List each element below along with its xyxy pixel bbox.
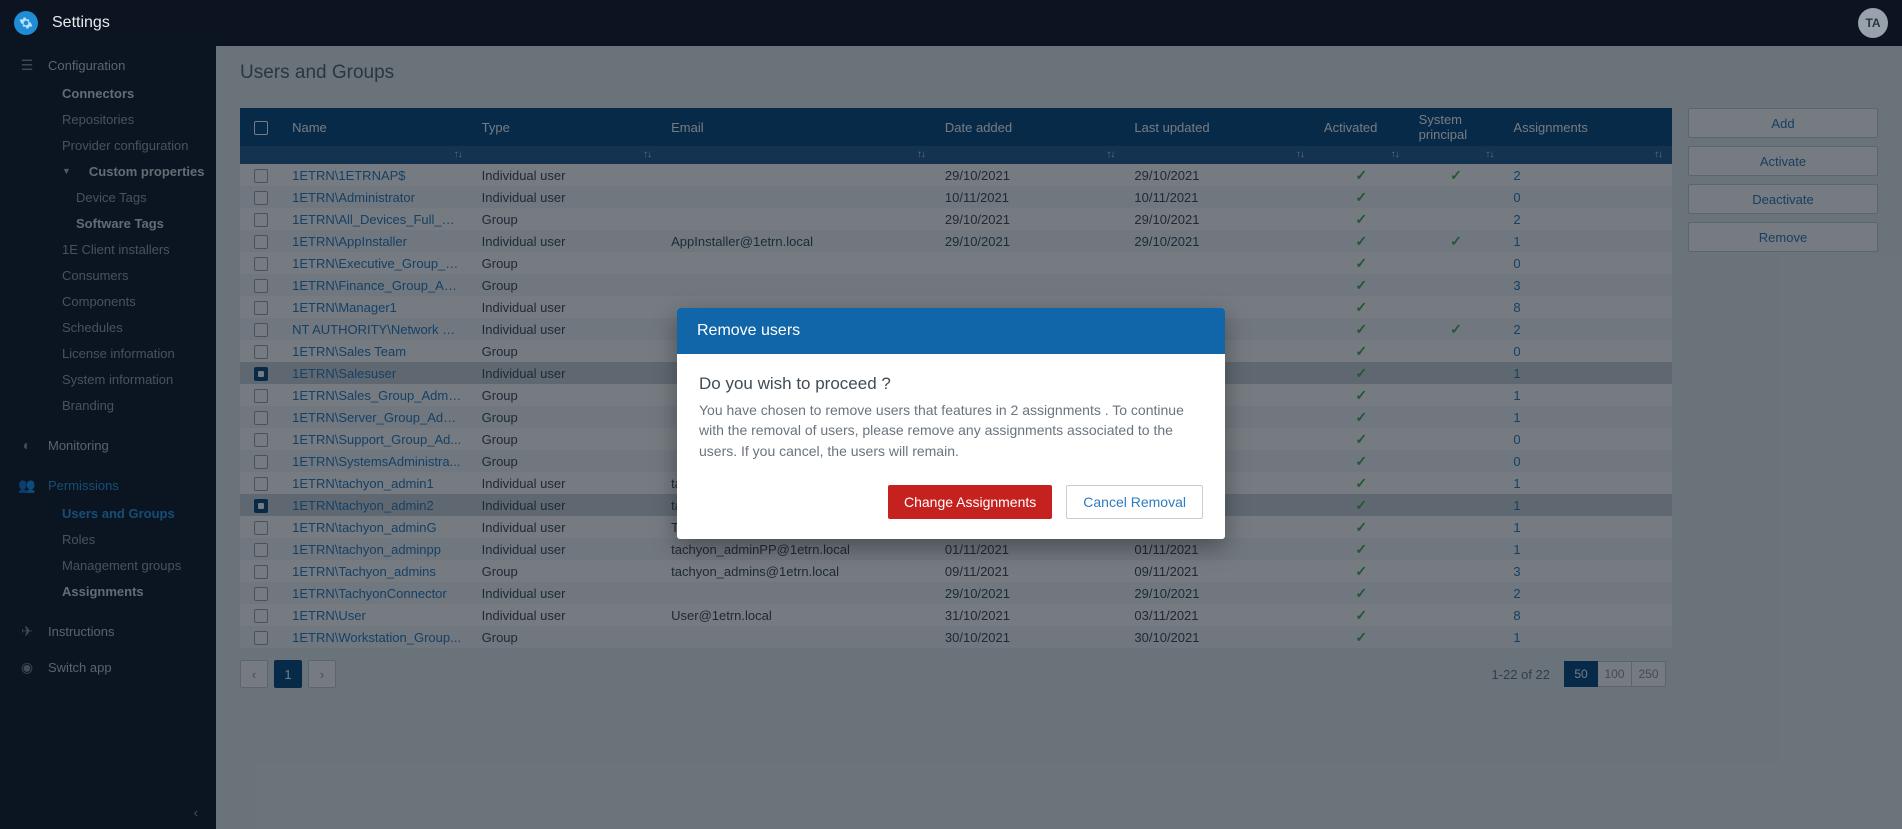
gear-icon: [19, 16, 33, 30]
modal-overlay: Remove users Do you wish to proceed ? Yo…: [0, 46, 1902, 829]
topbar: Settings TA: [0, 0, 1902, 46]
modal-title: Remove users: [677, 308, 1225, 354]
modal-question: Do you wish to proceed ?: [699, 374, 1203, 394]
remove-users-modal: Remove users Do you wish to proceed ? Yo…: [677, 308, 1225, 539]
cancel-removal-button[interactable]: Cancel Removal: [1066, 485, 1203, 519]
user-avatar[interactable]: TA: [1858, 8, 1888, 38]
change-assignments-button[interactable]: Change Assignments: [888, 485, 1052, 519]
app-title: Settings: [52, 14, 110, 32]
modal-message: You have chosen to remove users that fea…: [699, 400, 1203, 461]
app-logo: [14, 11, 38, 35]
